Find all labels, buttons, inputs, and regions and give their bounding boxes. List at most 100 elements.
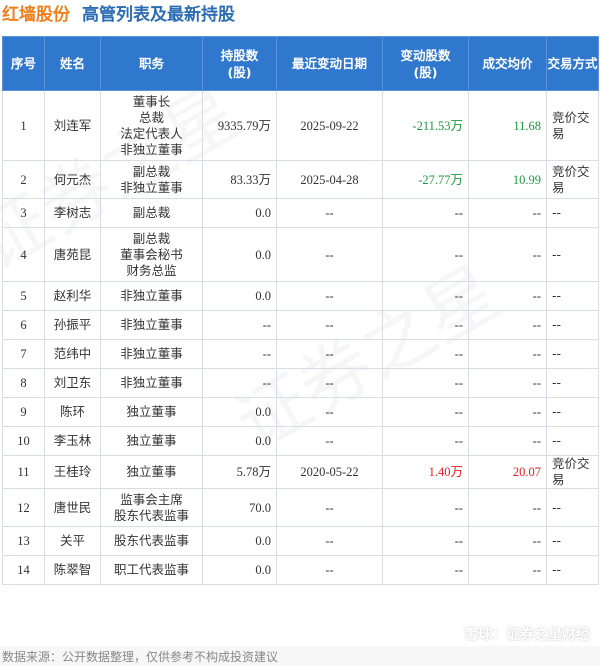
average-price: -- <box>468 368 547 398</box>
average-price: -- <box>468 488 547 527</box>
executive-name: 何元杰 <box>44 160 101 199</box>
shares-held: 83.33万 <box>202 160 277 199</box>
trade-method: 竞价交易 <box>546 90 599 161</box>
shares-held: 0.0 <box>202 397 277 427</box>
trade-method: -- <box>546 310 599 340</box>
position-line: 非独立董事 <box>120 288 183 303</box>
executive-name: 唐世民 <box>44 488 101 527</box>
shares-changed: -- <box>382 397 469 427</box>
average-price: -- <box>468 339 547 369</box>
trade-method: 竞价交易 <box>546 455 599 489</box>
table-row: 12 唐世民 监事会主席 股东代表监事 70.0 -- -- -- -- <box>2 488 599 527</box>
table-row: 9 陈环 独立董事 0.0 -- -- -- -- <box>2 397 599 427</box>
row-number: 7 <box>2 339 45 369</box>
brand-badge: 雪球：证券之星财经 <box>440 624 590 644</box>
executive-position: 独立董事 <box>100 455 203 489</box>
executive-name: 王桂玲 <box>44 455 101 489</box>
position-line: 副总裁 <box>132 205 171 220</box>
executive-position: 股东代表监事 <box>100 526 203 556</box>
executive-name: 刘连军 <box>44 90 101 161</box>
average-price: -- <box>468 281 547 311</box>
row-number: 12 <box>2 488 45 527</box>
row-number: 4 <box>2 227 45 282</box>
column-header: 序号 <box>2 36 45 91</box>
executive-name: 陈翠智 <box>44 555 101 585</box>
shares-held: -- <box>202 368 277 398</box>
last-change-date: 2025-09-22 <box>276 90 383 161</box>
table-row: 3 李树志 副总裁 0.0 -- -- -- -- <box>2 198 599 228</box>
position-line: 独立董事 <box>126 404 177 419</box>
trade-method: -- <box>546 426 599 456</box>
average-price: -- <box>468 555 547 585</box>
brand-text: 雪球：证券之星财经 <box>464 627 590 643</box>
data-source-note: 数据来源：公开数据整理，仅供参考不构成投资建议 <box>2 650 279 664</box>
shares-held: -- <box>202 310 277 340</box>
average-price: 11.68 <box>468 90 547 161</box>
shares-changed: -- <box>382 227 469 282</box>
table-row: 8 刘卫东 非独立董事 -- -- -- -- -- <box>2 368 599 398</box>
position-line: 股东代表监事 <box>113 507 189 523</box>
last-change-date: -- <box>276 227 383 282</box>
table-row: 10 李玉林 独立董事 0.0 -- -- -- -- <box>2 426 599 456</box>
shares-held: 0.0 <box>202 555 277 585</box>
executive-position: 非独立董事 <box>100 339 203 369</box>
executive-name: 陈环 <box>44 397 101 427</box>
position-line: 非独立董事 <box>120 346 183 361</box>
row-number: 9 <box>2 397 45 427</box>
shares-changed: -211.53万 <box>382 90 469 161</box>
position-line: 法定代表人 <box>120 125 183 141</box>
trade-method: -- <box>546 368 599 398</box>
position-line: 副总裁 <box>132 163 171 179</box>
shares-changed: -- <box>382 198 469 228</box>
last-change-date: 2025-04-28 <box>276 160 383 199</box>
position-line: 非独立董事 <box>120 179 183 195</box>
shares-held: 5.78万 <box>202 455 277 489</box>
column-header: 职务 <box>100 36 203 91</box>
executive-position: 副总裁 非独立董事 <box>100 160 203 199</box>
position-line: 监事会主席 <box>120 491 183 507</box>
row-number: 13 <box>2 526 45 556</box>
last-change-date: -- <box>276 526 383 556</box>
trade-method: -- <box>546 555 599 585</box>
table-row: 1 刘连军 董事长 总裁 法定代表人 非独立董事 9335.79万 2025-09-22 -21… <box>2 90 599 161</box>
column-header: 交易方式 <box>546 36 599 91</box>
shares-held: -- <box>202 339 277 369</box>
shares-changed: -- <box>382 426 469 456</box>
shares-held: 0.0 <box>202 198 277 228</box>
last-change-date: -- <box>276 368 383 398</box>
table-row: 14 陈翠智 职工代表监事 0.0 -- -- -- -- <box>2 555 599 585</box>
trade-method: -- <box>546 397 599 427</box>
last-change-date: -- <box>276 555 383 585</box>
trade-method: -- <box>546 227 599 282</box>
executive-name: 赵利华 <box>44 281 101 311</box>
average-price: -- <box>468 227 547 282</box>
column-header: 持股数 (股) <box>202 36 277 91</box>
trade-method: -- <box>546 198 599 228</box>
row-number: 2 <box>2 160 45 199</box>
last-change-date: -- <box>276 397 383 427</box>
shares-changed: -- <box>382 526 469 556</box>
column-header: 变动股数 (股) <box>382 36 469 91</box>
row-number: 3 <box>2 198 45 228</box>
executive-name: 唐苑昆 <box>44 227 101 282</box>
executive-position: 职工代表监事 <box>100 555 203 585</box>
table-row: 13 关平 股东代表监事 0.0 -- -- -- -- <box>2 526 599 556</box>
shares-changed: -27.77万 <box>382 160 469 199</box>
trade-method: -- <box>546 526 599 556</box>
average-price: -- <box>468 526 547 556</box>
shares-held: 0.0 <box>202 227 277 282</box>
shares-held: 0.0 <box>202 526 277 556</box>
row-number: 1 <box>2 90 45 161</box>
table-row: 2 何元杰 副总裁 非独立董事 83.33万 2025-04-28 -27.77万 10.99… <box>2 160 599 199</box>
executive-name: 范纬中 <box>44 339 101 369</box>
executive-name: 孙振平 <box>44 310 101 340</box>
executive-position: 副总裁 <box>100 198 203 228</box>
row-number: 10 <box>2 426 45 456</box>
trade-method: -- <box>546 281 599 311</box>
shares-changed: -- <box>382 368 469 398</box>
average-price: 20.07 <box>468 455 547 489</box>
column-header: 最近变动日期 <box>276 36 383 91</box>
position-line: 董事长 <box>132 93 171 109</box>
shares-changed: -- <box>382 555 469 585</box>
shares-held: 0.0 <box>202 281 277 311</box>
